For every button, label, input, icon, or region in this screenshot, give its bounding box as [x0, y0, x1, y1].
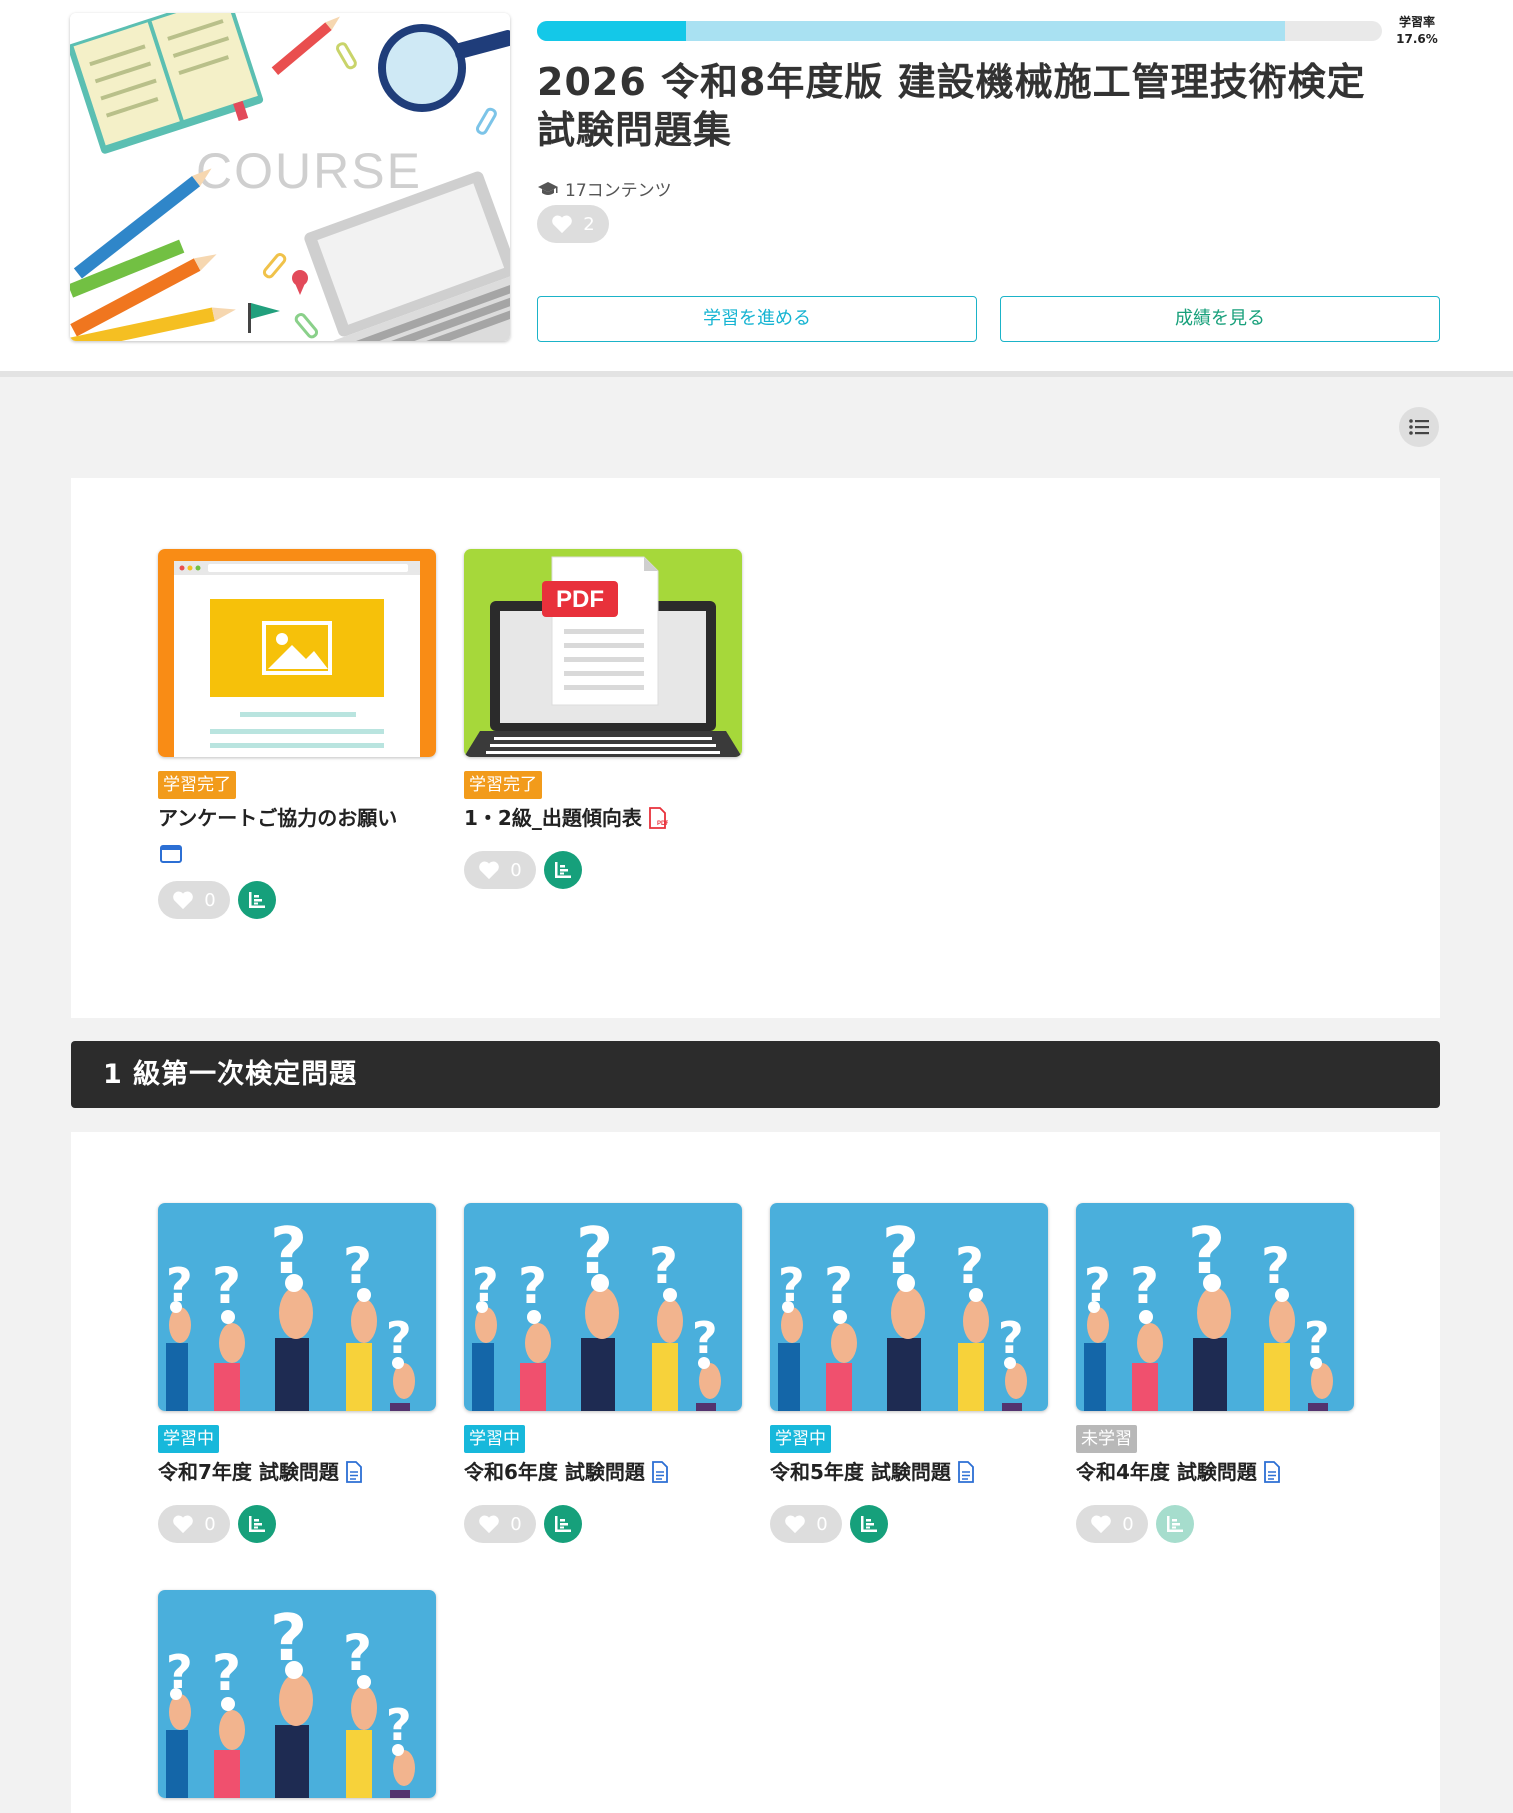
card-thumbnail[interactable]: PDF — [464, 549, 742, 757]
list-icon — [1409, 419, 1429, 435]
bar-chart-icon — [555, 1516, 571, 1532]
heart-icon — [479, 861, 500, 880]
card-title[interactable]: 令和7年度 試験問題 — [158, 1457, 436, 1487]
course-header: COURSE 学習率 17.6% 2026 令和8年度版 建設機械施工管理技術検… — [0, 0, 1513, 377]
grade-button[interactable] — [238, 1505, 276, 1543]
like-button[interactable]: 0 — [1076, 1505, 1148, 1543]
bar-chart-icon — [1167, 1516, 1183, 1532]
progress-fill — [537, 21, 686, 41]
question-hands-image — [158, 1203, 436, 1411]
status-badge: 学習中 — [464, 1425, 525, 1453]
like-button[interactable]: 0 — [464, 1505, 536, 1543]
card-title-text: 令和6年度 試験問題 — [464, 1460, 645, 1484]
browser-icon — [160, 845, 182, 863]
course-thumbnail: COURSE — [70, 13, 510, 341]
grade-button[interactable] — [1156, 1505, 1194, 1543]
question-hands-image — [464, 1203, 742, 1411]
heart-icon — [479, 1515, 500, 1534]
course-like-count: 2 — [583, 213, 595, 235]
content-card: 未学習 令和4年度 試験問題 0 — [1076, 1203, 1354, 1543]
card-title[interactable]: 令和4年度 試験問題 — [1076, 1457, 1354, 1487]
card-title-text: 令和4年度 試験問題 — [1076, 1460, 1257, 1484]
like-count: 0 — [204, 1513, 216, 1535]
card-thumbnail[interactable] — [158, 549, 436, 757]
pdf-icon: PDF — [648, 807, 668, 829]
card-title-text: アンケートご協力のお願い — [158, 806, 398, 830]
status-badge: 学習完了 — [158, 771, 236, 799]
like-count: 0 — [510, 1513, 522, 1535]
section-content-panel: ? ? ? ? ? — [71, 1132, 1440, 1813]
content-card: 学習中 令和7年度 試験問題 0 — [158, 1203, 436, 1543]
bar-chart-icon — [249, 892, 265, 908]
card-thumbnail[interactable] — [158, 1203, 436, 1411]
card-title-text: 1・2級_出題傾向表 — [464, 806, 642, 830]
content-card: PDF 学習完了 1・2級_出題傾向表 PDF 0 — [464, 549, 742, 889]
card-title[interactable]: 1・2級_出題傾向表 PDF — [464, 803, 742, 833]
course-progress-bar — [537, 21, 1382, 41]
document-icon — [651, 1461, 668, 1483]
card-thumbnail[interactable] — [464, 1203, 742, 1411]
grade-button[interactable] — [544, 1505, 582, 1543]
grade-button[interactable] — [850, 1505, 888, 1543]
heart-icon — [552, 215, 573, 234]
content-card: 学習中 令和6年度 試験問題 0 — [464, 1203, 742, 1543]
content-card — [158, 1590, 436, 1798]
like-button[interactable]: 0 — [158, 881, 230, 919]
question-hands-image — [1076, 1203, 1354, 1411]
course-like-button[interactable]: 2 — [537, 205, 609, 243]
like-button[interactable]: 0 — [464, 851, 536, 889]
heart-icon — [173, 891, 194, 910]
like-count: 0 — [204, 889, 216, 911]
like-button[interactable]: 0 — [158, 1505, 230, 1543]
document-icon — [345, 1461, 362, 1483]
like-count: 0 — [816, 1513, 828, 1535]
card-title[interactable]: 令和5年度 試験問題 — [770, 1457, 1048, 1487]
question-hands-image — [158, 1590, 436, 1798]
card-title-text: 令和7年度 試験問題 — [158, 1460, 339, 1484]
document-icon — [1263, 1461, 1280, 1483]
card-thumbnail[interactable] — [1076, 1203, 1354, 1411]
view-grades-button[interactable]: 成績を見る — [1000, 296, 1440, 342]
status-badge: 学習中 — [770, 1425, 831, 1453]
graduation-cap-icon — [538, 181, 558, 195]
list-view-toggle[interactable] — [1399, 407, 1439, 447]
course-title: 2026 令和8年度版 建設機械施工管理技術検定 試験問題集 — [537, 60, 1366, 152]
bar-chart-icon — [861, 1516, 877, 1532]
status-badge: 学習中 — [158, 1425, 219, 1453]
heart-icon — [173, 1515, 194, 1534]
card-thumbnail[interactable] — [158, 1590, 436, 1798]
card-thumbnail[interactable] — [770, 1203, 1048, 1411]
like-button[interactable]: 0 — [770, 1505, 842, 1543]
content-count: 17コンテンツ — [537, 176, 672, 201]
bar-chart-icon — [555, 862, 571, 878]
status-badge: 未学習 — [1076, 1425, 1137, 1453]
continue-learning-button[interactable]: 学習を進める — [537, 296, 977, 342]
progress-label: 学習率 17.6% — [1382, 14, 1452, 48]
like-count: 0 — [1122, 1513, 1134, 1535]
status-badge: 学習完了 — [464, 771, 542, 799]
content-card: 学習中 令和5年度 試験問題 0 — [770, 1203, 1048, 1543]
intro-content-panel: 学習完了 アンケートご協力のお願い 0 PDF 学習完了 1・2級_出題傾向表 … — [71, 478, 1440, 1018]
bar-chart-icon — [249, 1516, 265, 1532]
section-header[interactable]: 1 級第一次検定問題 — [71, 1041, 1440, 1108]
content-card: 学習完了 アンケートご協力のお願い 0 — [158, 549, 436, 919]
pdf-label: PDF — [556, 586, 604, 613]
card-title[interactable]: アンケートご協力のお願い — [158, 803, 436, 867]
like-count: 0 — [510, 859, 522, 881]
card-title[interactable]: 令和6年度 試験問題 — [464, 1457, 742, 1487]
document-icon — [957, 1461, 974, 1483]
question-hands-image — [770, 1203, 1048, 1411]
grade-button[interactable] — [544, 851, 582, 889]
course-thumbnail-text: COURSE — [196, 143, 422, 199]
content-count-text: 17コンテンツ — [565, 181, 672, 201]
grade-button[interactable] — [238, 881, 276, 919]
svg-text:PDF: PDF — [657, 821, 668, 827]
heart-icon — [1091, 1515, 1112, 1534]
progress-caption: 学習率 — [1398, 15, 1435, 29]
heart-icon — [785, 1515, 806, 1534]
progress-value: 17.6% — [1396, 32, 1438, 46]
card-title-text: 令和5年度 試験問題 — [770, 1460, 951, 1484]
